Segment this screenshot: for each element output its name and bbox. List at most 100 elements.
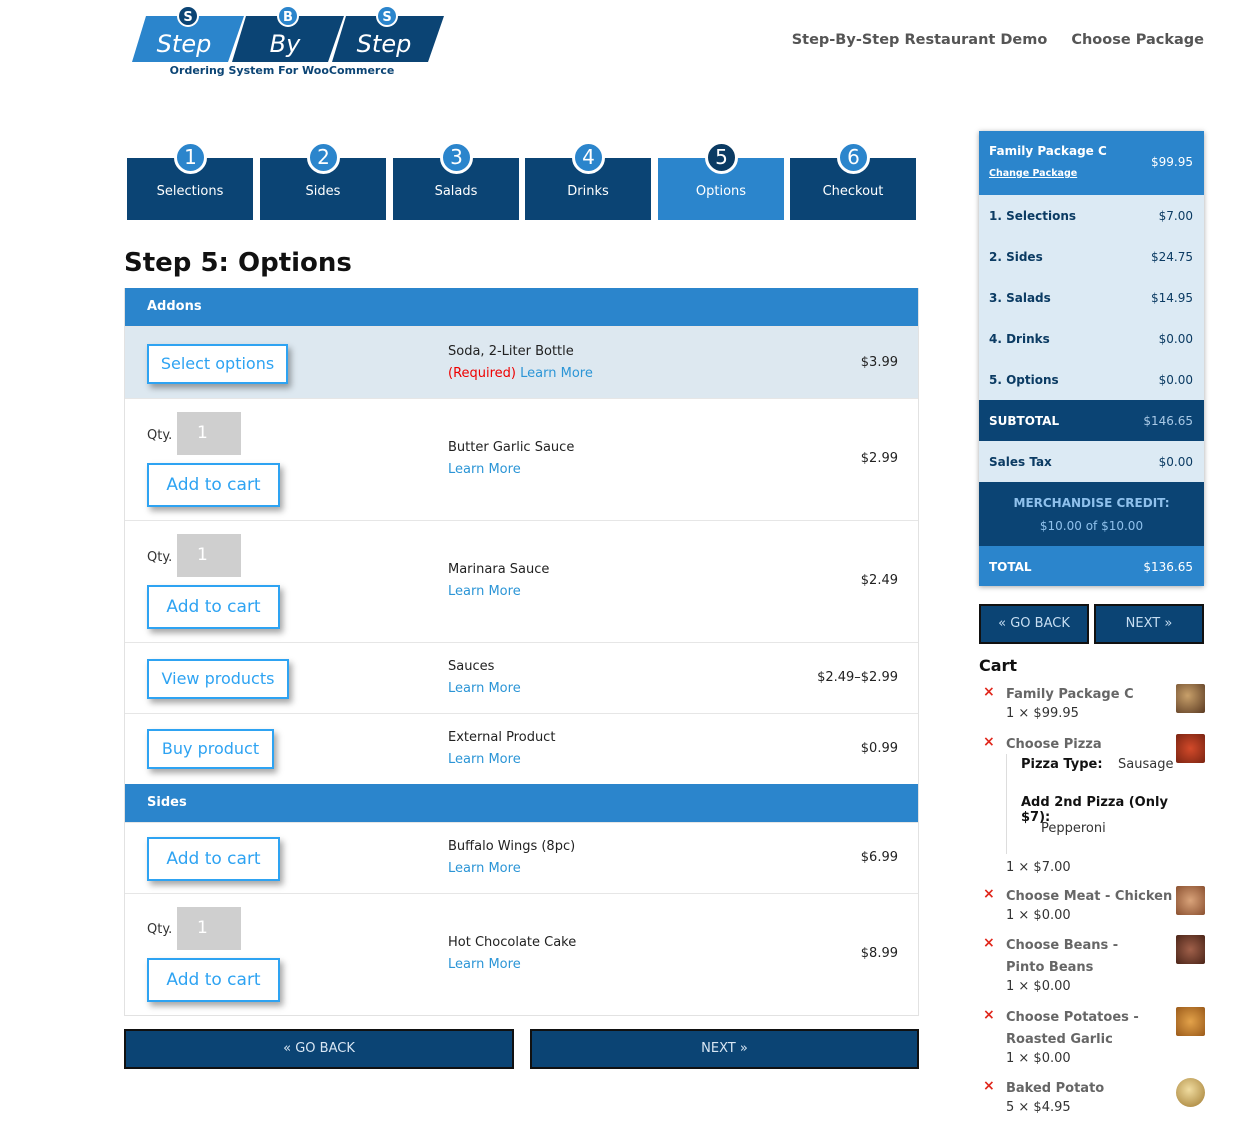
remove-item-icon[interactable]: × [983, 684, 995, 700]
section-header-addons: Addons [125, 288, 918, 326]
step-number: 5 [705, 141, 738, 174]
cart-item-name[interactable]: Choose Meat - Chicken [1006, 886, 1176, 908]
learn-more-link[interactable]: Learn More [448, 957, 521, 972]
remove-item-icon[interactable]: × [983, 935, 995, 951]
qty-label: Qty. [147, 922, 173, 937]
product-price: $2.49 [860, 573, 898, 588]
quantity-input[interactable]: 1 [177, 534, 241, 577]
summary-line-label: 5. Options [989, 373, 1059, 387]
logo-word-3: Step [357, 30, 412, 58]
summary-line-value: $24.75 [1151, 250, 1193, 264]
package-name: Family Package C [989, 144, 1107, 158]
meta-value: Pepperoni [1041, 821, 1106, 836]
next-button[interactable]: NEXT » [530, 1029, 919, 1069]
summary-line-value: $7.00 [1158, 209, 1193, 223]
learn-more-link[interactable]: Learn More [448, 681, 521, 696]
select-options-button[interactable]: Select options [147, 344, 288, 384]
product-name: Soda, 2-Liter Bottle [448, 344, 574, 359]
table-row: Select options Soda, 2-Liter Bottle (Req… [125, 326, 918, 398]
learn-more-link[interactable]: Learn More [448, 584, 521, 599]
total-label: TOTAL [989, 560, 1032, 574]
summary-line-value: $14.95 [1151, 291, 1193, 305]
cart-item-qty: 1 × $0.00 [1006, 1051, 1071, 1066]
step-tab-sides[interactable]: 2 Sides [260, 141, 386, 220]
quantity-input[interactable]: 1 [177, 412, 241, 455]
summary-line-value: $0.00 [1158, 332, 1193, 346]
summary-line: 1. Selections $7.00 [979, 195, 1204, 236]
learn-more-link[interactable]: Learn More [448, 462, 521, 477]
total-value: $136.65 [1143, 560, 1193, 574]
remove-item-icon[interactable]: × [983, 1007, 995, 1023]
learn-more-link[interactable]: Learn More [448, 861, 521, 876]
cart-item-name[interactable]: Choose Potatoes - Roasted Garlic [1006, 1007, 1156, 1051]
product-name: External Product [448, 730, 556, 745]
cart-item-qty: 1 × $0.00 [1006, 908, 1071, 923]
remove-item-icon[interactable]: × [983, 734, 995, 750]
step-tab-drinks[interactable]: 4 Drinks [525, 141, 651, 220]
add-to-cart-button[interactable]: Add to cart [147, 463, 280, 507]
step-tab-salads[interactable]: 3 Salads [393, 141, 519, 220]
cart-item: × Choose Potatoes - Roasted Garlic 1 × $… [983, 1007, 1205, 1069]
logo-word-2: By [270, 30, 301, 58]
cart-item-name[interactable]: Choose Beans - Pinto Beans [1006, 935, 1156, 979]
nav-item-demo[interactable]: Step-By-Step Restaurant Demo [792, 32, 1048, 48]
cart-item: × Choose Beans - Pinto Beans 1 × $0.00 [983, 935, 1205, 997]
remove-item-icon[interactable]: × [983, 886, 995, 902]
nav-item-choose-package[interactable]: Choose Package [1071, 32, 1204, 48]
products-table: Addons Select options Soda, 2-Liter Bott… [124, 288, 919, 1016]
view-products-button[interactable]: View products [147, 659, 289, 699]
logo-badge-2: B [283, 10, 293, 25]
merchandise-credit: MERCHANDISE CREDIT: $10.00 of $10.00 [979, 482, 1204, 546]
step-number: 4 [572, 141, 605, 174]
step-tab-checkout[interactable]: 6 Checkout [790, 141, 916, 220]
product-price: $2.49–$2.99 [817, 670, 898, 685]
product-price: $3.99 [860, 355, 898, 370]
product-thumbnail [1176, 886, 1205, 915]
add-to-cart-button[interactable]: Add to cart [147, 958, 280, 1002]
main-nav: Step-By-Step Restaurant Demo Choose Pack… [792, 32, 1204, 48]
side-next-button[interactable]: NEXT » [1094, 604, 1204, 644]
step-number: 3 [440, 141, 473, 174]
meta-value: Sausage [1118, 757, 1174, 772]
step-label: Selections [156, 184, 224, 199]
product-links: (Required) Learn More [448, 366, 593, 381]
go-back-button[interactable]: « GO BACK [124, 1029, 514, 1069]
step-tab-options[interactable]: 5 Options [658, 141, 784, 220]
quantity-input[interactable]: 1 [177, 907, 241, 950]
meta-key: Pizza Type: [1021, 757, 1103, 772]
step-label: Salads [434, 184, 478, 199]
page-title: Step 5: Options [124, 248, 352, 278]
section-header-sides: Sides [125, 784, 918, 822]
change-package-link[interactable]: Change Package [989, 168, 1077, 179]
cart-item-qty: 1 × $99.95 [1006, 706, 1079, 721]
add-to-cart-button[interactable]: Add to cart [147, 585, 280, 629]
summary-line: 4. Drinks $0.00 [979, 318, 1204, 359]
step-label: Checkout [822, 184, 884, 199]
cart-item: × Choose Pizza Pizza Type: Sausage Add 2… [983, 734, 1205, 879]
logo-badge-3: S [382, 10, 391, 25]
product-name: Buffalo Wings (8pc) [448, 839, 576, 854]
summary-line-label: 4. Drinks [989, 332, 1050, 346]
step-label: Drinks [567, 184, 609, 199]
cart-item-name[interactable]: Family Package C [1006, 684, 1166, 706]
table-row: Add to cart Buffalo Wings (8pc) Learn Mo… [125, 822, 918, 893]
site-logo[interactable]: S B S Step By Step Ordering System For W… [132, 4, 444, 82]
tax-value: $0.00 [1158, 455, 1193, 469]
package-price: $99.95 [1151, 155, 1193, 169]
learn-more-link[interactable]: Learn More [520, 366, 593, 381]
side-go-back-button[interactable]: « GO BACK [979, 604, 1089, 644]
remove-item-icon[interactable]: × [983, 1078, 995, 1094]
cart-item-name[interactable]: Baked Potato [1006, 1078, 1166, 1100]
cart-item-qty: 1 × $0.00 [1006, 979, 1071, 994]
qty-label: Qty. [147, 550, 173, 565]
add-to-cart-button[interactable]: Add to cart [147, 837, 280, 881]
step-tab-selections[interactable]: 1 Selections [127, 141, 253, 220]
learn-more-link[interactable]: Learn More [448, 752, 521, 767]
table-row: View products Sauces Learn More $2.49–$2… [125, 642, 918, 713]
product-thumbnail [1176, 1007, 1205, 1036]
order-summary: Family Package C Change Package $99.95 1… [979, 131, 1204, 586]
cart-item-name[interactable]: Choose Pizza [1006, 734, 1166, 756]
credit-label: MERCHANDISE CREDIT: [1013, 496, 1170, 510]
product-thumbnail [1176, 935, 1205, 964]
buy-product-button[interactable]: Buy product [147, 729, 274, 769]
